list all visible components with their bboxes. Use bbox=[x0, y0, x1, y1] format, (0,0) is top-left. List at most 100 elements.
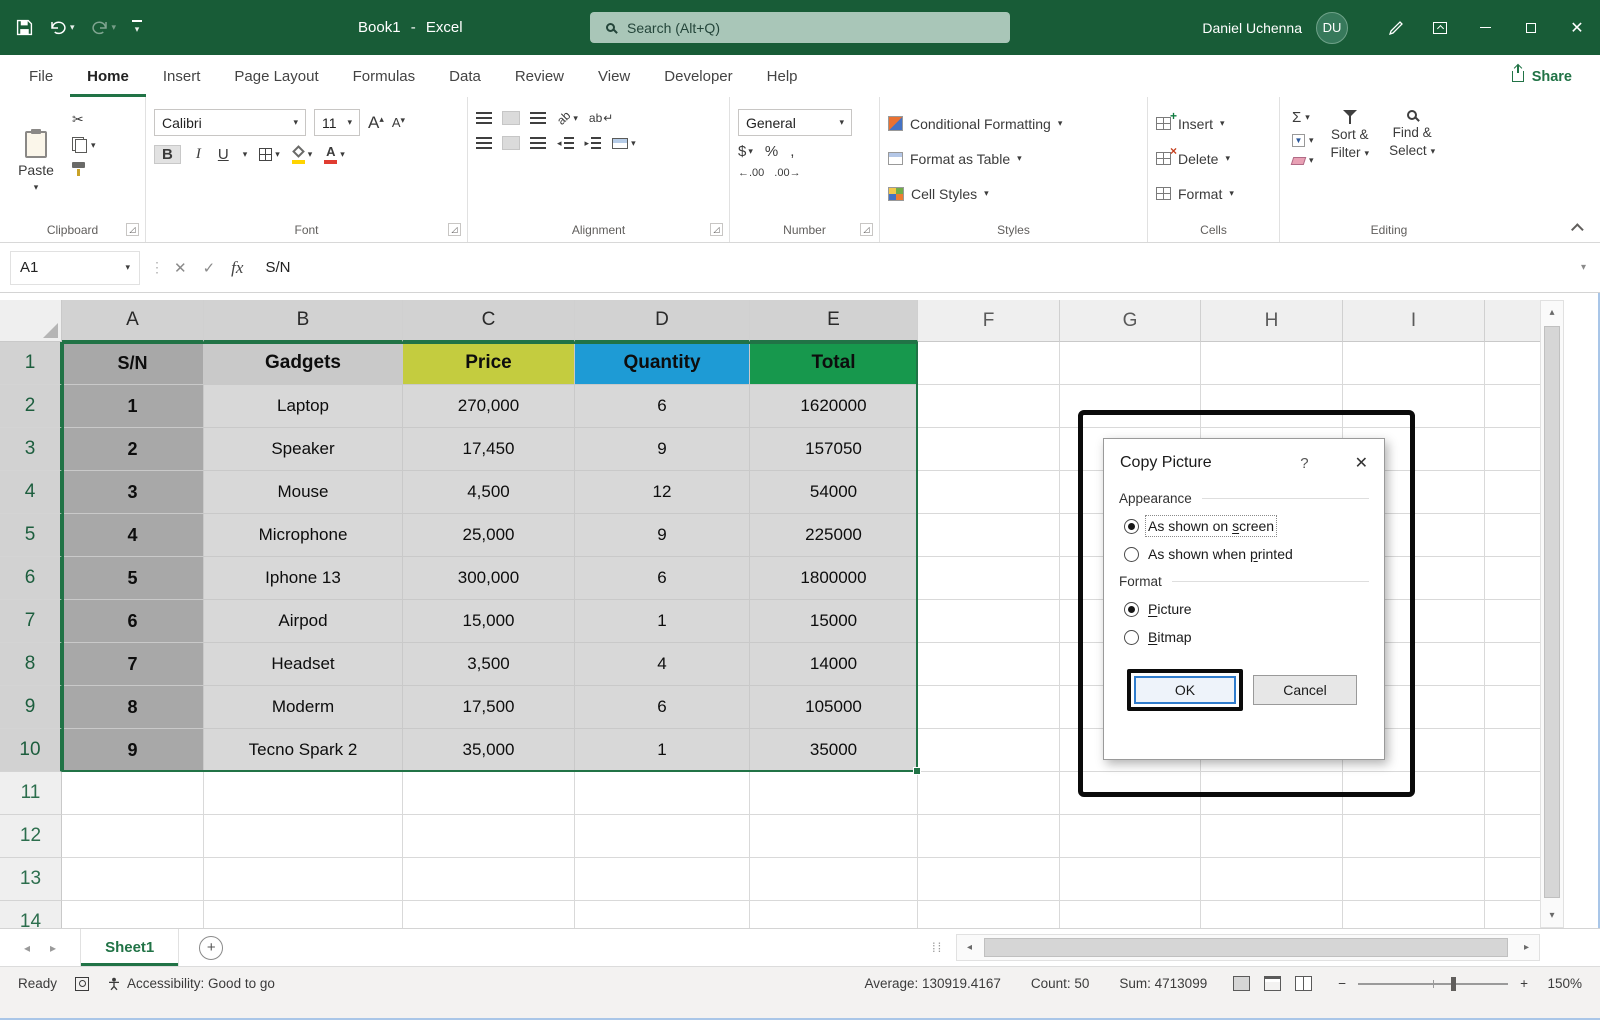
menu-tab-view[interactable]: View bbox=[581, 55, 647, 97]
cell-styles-button[interactable]: Cell Styles ▾ bbox=[888, 179, 1062, 208]
dialog-titlebar[interactable]: Copy Picture ? ✕ bbox=[1104, 439, 1384, 487]
scroll-right-arrow[interactable]: ▸ bbox=[1514, 942, 1539, 953]
bold-button[interactable]: B bbox=[154, 145, 181, 164]
cell-d7[interactable]: 1 bbox=[575, 600, 750, 643]
column-header-e[interactable]: E bbox=[750, 300, 918, 342]
cell-e6[interactable]: 1800000 bbox=[750, 557, 918, 600]
zoom-level[interactable]: 150% bbox=[1540, 976, 1582, 991]
row-header-12[interactable]: 12 bbox=[0, 815, 62, 858]
cell-a8[interactable]: 7 bbox=[62, 643, 204, 686]
decrease-indent-button[interactable]: ◂ bbox=[557, 137, 574, 149]
expand-formula-bar-icon[interactable]: ▾ bbox=[1581, 262, 1586, 273]
zoom-in-button[interactable]: + bbox=[1520, 976, 1528, 991]
increase-font-size-button[interactable]: A▴ bbox=[368, 113, 384, 133]
underline-chevron-icon[interactable]: ▾ bbox=[243, 149, 248, 160]
zoom-slider-thumb[interactable] bbox=[1451, 977, 1456, 991]
wrap-text-button[interactable]: ab↵ bbox=[589, 111, 613, 125]
cell-e9[interactable]: 105000 bbox=[750, 686, 918, 729]
orientation-button[interactable]: ab▾ bbox=[557, 111, 578, 125]
name-box[interactable]: A1 ▾ bbox=[10, 251, 140, 285]
avatar[interactable]: DU bbox=[1316, 12, 1348, 44]
select-all-corner[interactable] bbox=[0, 300, 62, 342]
dialog-help-button[interactable]: ? bbox=[1300, 455, 1308, 472]
cell-e7[interactable]: 15000 bbox=[750, 600, 918, 643]
empty-cells[interactable] bbox=[62, 901, 1540, 928]
cell-b10[interactable]: Tecno Spark 2 bbox=[204, 729, 403, 772]
align-left-button[interactable] bbox=[476, 137, 492, 149]
cell-d3[interactable]: 9 bbox=[575, 428, 750, 471]
cell-b6[interactable]: Iphone 13 bbox=[204, 557, 403, 600]
align-bottom-button[interactable] bbox=[530, 112, 546, 124]
horizontal-scroll-thumb[interactable] bbox=[984, 938, 1508, 957]
cancel-button[interactable]: Cancel bbox=[1253, 675, 1357, 705]
menu-tab-page-layout[interactable]: Page Layout bbox=[217, 55, 335, 97]
cell-c2[interactable]: 270,000 bbox=[403, 385, 575, 428]
cell-c10[interactable]: 35,000 bbox=[403, 729, 575, 772]
row-header-11[interactable]: 11 bbox=[0, 772, 62, 815]
find-select-button[interactable]: Find & Select▾ bbox=[1382, 107, 1442, 216]
cell-a3[interactable]: 2 bbox=[62, 428, 204, 471]
vertical-scroll-thumb[interactable] bbox=[1544, 326, 1560, 898]
font-color-button[interactable]: A ▾ bbox=[324, 145, 345, 164]
formula-bar-content[interactable]: S/N bbox=[265, 259, 290, 276]
format-as-table-button[interactable]: Format as Table ▾ bbox=[888, 144, 1062, 173]
minimize-button[interactable] bbox=[1462, 0, 1508, 55]
cell-d10[interactable]: 1 bbox=[575, 729, 750, 772]
column-header-h[interactable]: H bbox=[1201, 300, 1343, 342]
cell-d9[interactable]: 6 bbox=[575, 686, 750, 729]
save-icon[interactable] bbox=[16, 19, 33, 36]
menu-tab-formulas[interactable]: Formulas bbox=[336, 55, 433, 97]
sheet-nav-left-icon[interactable]: ◂ bbox=[24, 941, 30, 955]
cell-d5[interactable]: 9 bbox=[575, 514, 750, 557]
cell-b7[interactable]: Airpod bbox=[204, 600, 403, 643]
align-center-button[interactable] bbox=[503, 137, 519, 149]
align-top-button[interactable] bbox=[476, 112, 492, 124]
column-header-i[interactable]: I bbox=[1343, 300, 1485, 342]
fill-button[interactable]: ▼▾ bbox=[1292, 134, 1314, 147]
scroll-up-arrow[interactable]: ▴ bbox=[1541, 301, 1563, 324]
status-sum[interactable]: Sum: 4713099 bbox=[1119, 976, 1207, 991]
empty-cells[interactable] bbox=[918, 385, 1540, 428]
page-layout-view-button[interactable] bbox=[1264, 976, 1281, 991]
horizontal-scrollbar[interactable]: ◂ ▸ bbox=[956, 934, 1540, 961]
cancel-entry-button[interactable]: ✕ bbox=[174, 259, 187, 277]
undo-menu-chevron-icon[interactable]: ▾ bbox=[70, 22, 75, 33]
number-dialog-launcher[interactable]: ◿ bbox=[860, 223, 873, 236]
row-header-1[interactable]: 1 bbox=[0, 342, 62, 385]
increase-indent-button[interactable]: ▸ bbox=[585, 137, 602, 149]
format-cells-button[interactable]: Format ▾ bbox=[1156, 179, 1234, 208]
row-header-8[interactable]: 8 bbox=[0, 643, 62, 686]
redo-menu-chevron-icon[interactable]: ▾ bbox=[112, 22, 117, 33]
cell-b3[interactable]: Speaker bbox=[204, 428, 403, 471]
column-header-c[interactable]: C bbox=[403, 300, 575, 342]
row-header-6[interactable]: 6 bbox=[0, 557, 62, 600]
paste-button[interactable]: Paste ▾ bbox=[8, 107, 64, 216]
empty-cells[interactable] bbox=[62, 772, 1540, 815]
normal-view-button[interactable] bbox=[1233, 976, 1250, 991]
ok-button[interactable]: OK bbox=[1134, 676, 1236, 704]
macro-record-icon[interactable] bbox=[75, 977, 89, 991]
search-box[interactable]: Search (Alt+Q) bbox=[590, 12, 1010, 43]
delete-cells-button[interactable]: × Delete ▾ bbox=[1156, 144, 1234, 173]
fill-color-button[interactable]: ▾ bbox=[292, 145, 313, 164]
cell-a6[interactable]: 5 bbox=[62, 557, 204, 600]
cell-e3[interactable]: 157050 bbox=[750, 428, 918, 471]
cell-a1[interactable]: S/N bbox=[62, 342, 204, 385]
borders-button[interactable]: ▾ bbox=[259, 148, 280, 161]
row-header-5[interactable]: 5 bbox=[0, 514, 62, 557]
conditional-formatting-button[interactable]: Conditional Formatting ▾ bbox=[888, 109, 1062, 138]
font-dialog-launcher[interactable]: ◿ bbox=[448, 223, 461, 236]
scroll-left-arrow[interactable]: ◂ bbox=[957, 942, 982, 953]
cell-d8[interactable]: 4 bbox=[575, 643, 750, 686]
comma-style-button[interactable]: , bbox=[790, 143, 794, 160]
underline-button[interactable]: U bbox=[216, 146, 231, 163]
cell-b9[interactable]: Moderm bbox=[204, 686, 403, 729]
font-size-combobox[interactable]: 11 ▾ bbox=[314, 109, 360, 136]
merge-center-button[interactable]: ▾ bbox=[612, 138, 636, 149]
percent-style-button[interactable]: % bbox=[765, 143, 778, 160]
menu-tab-data[interactable]: Data bbox=[432, 55, 498, 97]
user-name[interactable]: Daniel Uchenna bbox=[1202, 20, 1302, 36]
collapse-ribbon-button[interactable] bbox=[1571, 223, 1584, 236]
ink-pen-icon[interactable] bbox=[1374, 0, 1418, 55]
close-button[interactable]: ✕ bbox=[1554, 0, 1600, 55]
